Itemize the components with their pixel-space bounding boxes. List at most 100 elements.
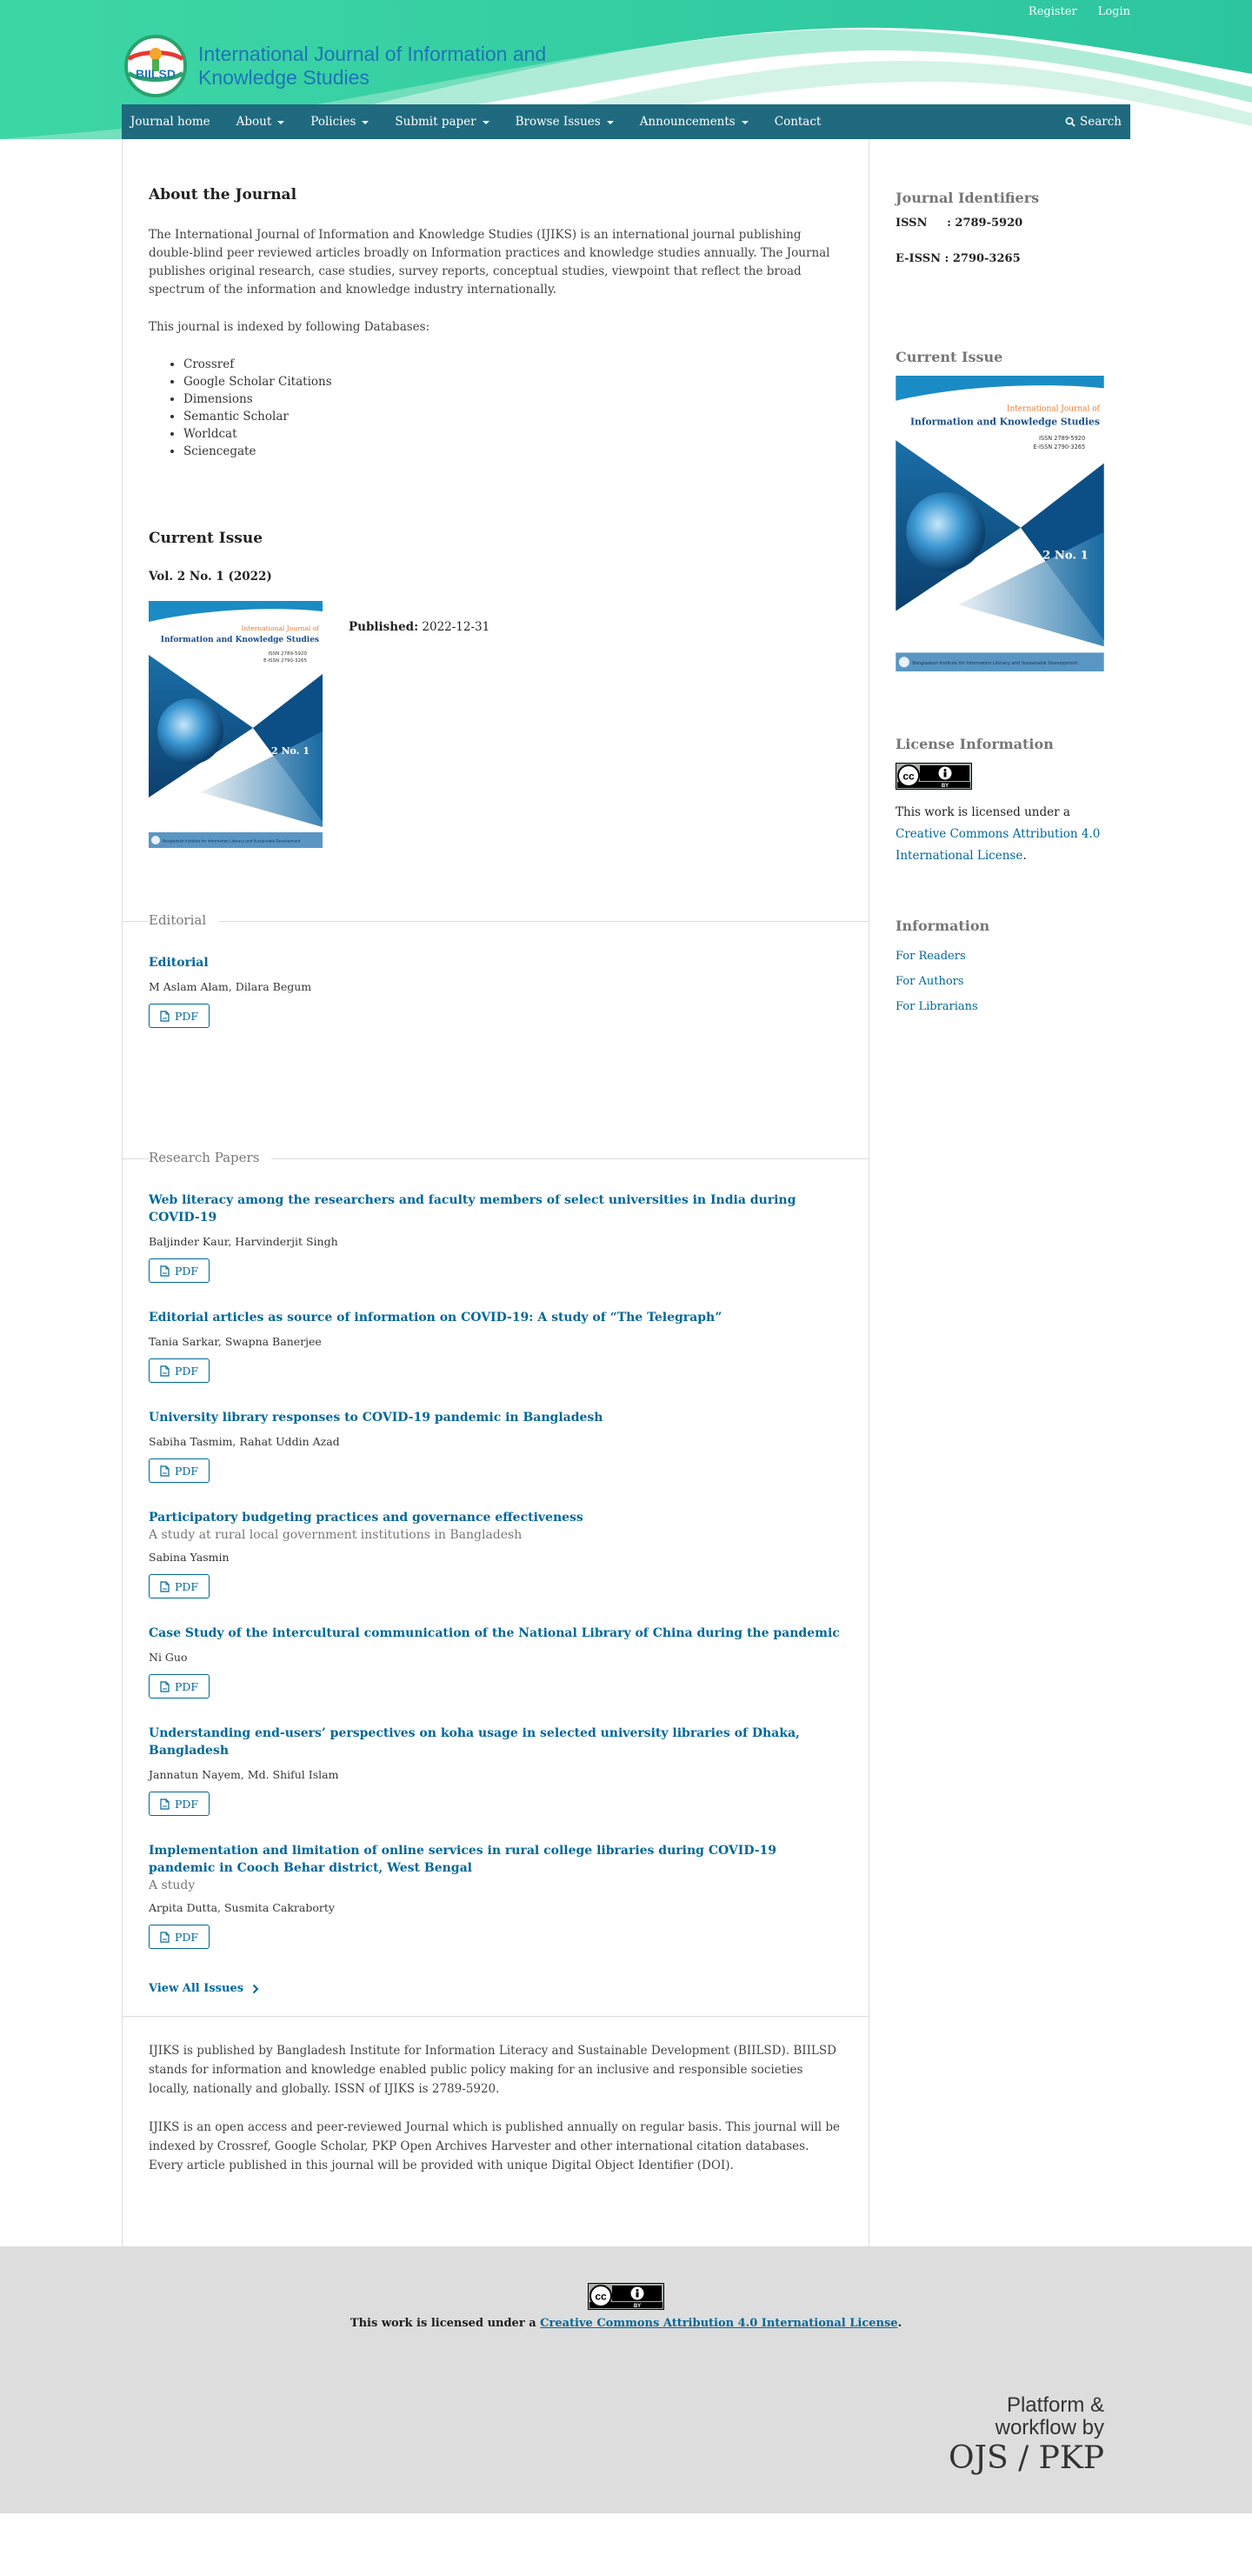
chevron-right-icon [252, 1984, 259, 1993]
cover-journal-line-1: International Journal of [242, 624, 321, 632]
database-item: Dimensions [183, 390, 842, 408]
article-authors: Tania Sarkar, Swapna Banerjee [149, 1335, 322, 1348]
pdf-galley-button[interactable]: PDF [149, 1792, 210, 1816]
nav-item-policies[interactable]: Policies [310, 115, 383, 129]
nav-item-label: Contact [774, 115, 822, 129]
article-summary: Implementation and limitation of online … [149, 1842, 842, 1949]
register-link[interactable]: Register [1029, 5, 1077, 18]
content-wrapper: About the Journal The International Jour… [122, 139, 1130, 2246]
article-summary: Case Study of the intercultural communic… [149, 1625, 842, 1698]
sidebar-issue-cover-link[interactable]: International Journal of Information and … [896, 376, 1104, 675]
about-description: The International Journal of Information… [149, 228, 830, 297]
platform-brand: OJS / PKP [949, 2440, 1104, 2476]
article-summary: Web literacy among the researchers and f… [149, 1191, 842, 1283]
issue-cover-link[interactable]: International Journal of Information and … [149, 601, 323, 851]
nav-item-submit-paper[interactable]: Submit paper [395, 115, 503, 129]
nav-item-label: About [236, 115, 272, 129]
about-title: About the Journal [149, 186, 297, 204]
footer-license-suffix: . [897, 2317, 902, 2330]
article-title-link[interactable]: Editorial [149, 954, 842, 971]
article-authors: Sabiha Tasmim, Rahat Uddin Azad [149, 1435, 340, 1448]
cc-license-link[interactable]: Creative Commons Attribution 4.0 Interna… [896, 827, 1100, 863]
nav-item-browse-issues[interactable]: Browse Issues [516, 115, 628, 129]
caret-down-icon [606, 120, 614, 124]
license-prefix: This work is licensed under a [896, 805, 1070, 819]
for-authors-link[interactable]: For Authors [896, 975, 1104, 988]
cover-eissn: E-ISSN 2790-3265 [1033, 444, 1085, 450]
pdf-galley-button[interactable]: PDF [149, 1004, 210, 1028]
cc-by-badge[interactable]: cc BY [896, 763, 972, 790]
ojs-pkp-logo[interactable]: Platform & workflow by OJS / PKP [949, 2394, 1104, 2478]
article-title-link[interactable]: Participatory budgeting practices and go… [149, 1509, 842, 1526]
logo-text: BIILSD [136, 67, 176, 81]
published-date: 2022-12-31 [422, 620, 490, 634]
sidebar: Journal Identifiers ISSN : 2789-5920 E-I… [869, 139, 1130, 2246]
file-pdf-icon [160, 1680, 170, 1692]
cover-footer-text: Bangladesh Institute for Information Lit… [912, 661, 1077, 666]
article-title-link[interactable]: Editorial articles as source of informat… [149, 1309, 842, 1326]
cover-journal-line-2: Information and Knowledge Studies [161, 636, 319, 644]
file-pdf-icon [160, 1798, 170, 1810]
pdf-galley-button[interactable]: PDF [149, 1574, 210, 1598]
caret-down-icon [741, 120, 749, 124]
section-header: Research Papers [123, 1150, 869, 1167]
journal-brand[interactable]: BIILSD International Journal of Informat… [122, 33, 563, 99]
search-label: Search [1080, 115, 1122, 129]
identifiers-title: Journal Identifiers [896, 190, 1040, 206]
issue-section: Research Papers Web literacy among the re… [123, 1150, 869, 1949]
issue-sections: Editorial Editorial M Aslam Alam, Dilara B… [123, 912, 869, 1949]
file-pdf-icon [160, 1365, 170, 1377]
file-pdf-icon [160, 1265, 170, 1277]
pdf-galley-button[interactable]: PDF [149, 1674, 210, 1698]
svg-text:cc: cc [902, 771, 915, 783]
cover-journal-line-1: International Journal of [1007, 405, 1101, 414]
view-all-issues-link[interactable]: View All Issues [149, 1982, 259, 1995]
article-title-link[interactable]: Understanding end-users’ perspectives on… [149, 1725, 842, 1759]
pdf-galley-button[interactable]: PDF [149, 1258, 210, 1283]
pdf-label: PDF [175, 1009, 199, 1023]
file-pdf-icon [160, 1465, 170, 1477]
nav-item-journal-home[interactable]: Journal home [130, 115, 224, 129]
section-header: Editorial [123, 912, 869, 930]
article-title-link[interactable]: Case Study of the intercultural communic… [149, 1625, 842, 1642]
nav-item-label: Submit paper [395, 115, 476, 129]
database-list: CrossrefGoogle Scholar CitationsDimensio… [183, 356, 842, 460]
article-title-link[interactable]: Web literacy among the researchers and f… [149, 1191, 842, 1226]
nav-item-about[interactable]: About [236, 115, 299, 129]
nav-item-contact[interactable]: Contact [775, 115, 836, 129]
footer-license: cc BY This work is licensed under a Crea… [0, 2283, 1252, 2330]
journal-logo: BIILSD [124, 35, 187, 97]
article-authors: Arpita Dutta, Susmita Cakraborty [149, 1901, 335, 1914]
pdf-galley-button[interactable]: PDF [149, 1458, 210, 1483]
cover-journal-line-2: Information and Knowledge Studies [910, 416, 1100, 427]
primary-nav: Journal home About Policies Submit paper Bro… [122, 104, 1130, 139]
site-header: Register Login BIILSD International Jour… [0, 0, 1252, 139]
pdf-label: PDF [175, 1264, 199, 1278]
pdf-label: PDF [175, 1364, 199, 1378]
nav-item-announcements[interactable]: Announcements [640, 115, 763, 129]
login-link[interactable]: Login [1098, 5, 1130, 18]
article-title-link[interactable]: Implementation and limitation of online … [149, 1842, 842, 1877]
eissn-value: E-ISSN : 2790-3265 [896, 252, 1021, 265]
pdf-label: PDF [175, 1464, 199, 1478]
caret-down-icon [482, 120, 489, 124]
search-link[interactable]: Search [1065, 115, 1122, 129]
cover-volume: Vol. 2 No. 1 [1014, 550, 1089, 563]
pdf-galley-button[interactable]: PDF [149, 1358, 210, 1383]
pdf-galley-button[interactable]: PDF [149, 1925, 210, 1949]
article-title-link[interactable]: University library responses to COVID-19… [149, 1409, 842, 1426]
article-summary: Editorial M Aslam Alam, Dilara Begum PDF [149, 954, 842, 1028]
footer-cc-license-link[interactable]: Creative Commons Attribution 4.0 Interna… [540, 2317, 897, 2330]
footer-cc-by-badge[interactable]: cc BY [588, 2283, 664, 2310]
user-links: Register Login [1029, 5, 1130, 18]
cover-issn: ISSN 2789-5920 [1039, 435, 1085, 442]
for-librarians-link[interactable]: For Librarians [896, 1000, 1104, 1013]
view-all-label: View All Issues [149, 1982, 244, 1995]
article-summary: Editorial articles as source of informat… [149, 1309, 842, 1383]
information-block: Information For Readers For Authors For … [896, 918, 1104, 1013]
database-item: Sciencegate [183, 443, 842, 460]
for-readers-link[interactable]: For Readers [896, 950, 1104, 963]
nav-item-label: Browse Issues [515, 115, 601, 129]
database-item: Crossref [183, 356, 842, 373]
article-summary: University library responses to COVID-19… [149, 1409, 842, 1483]
